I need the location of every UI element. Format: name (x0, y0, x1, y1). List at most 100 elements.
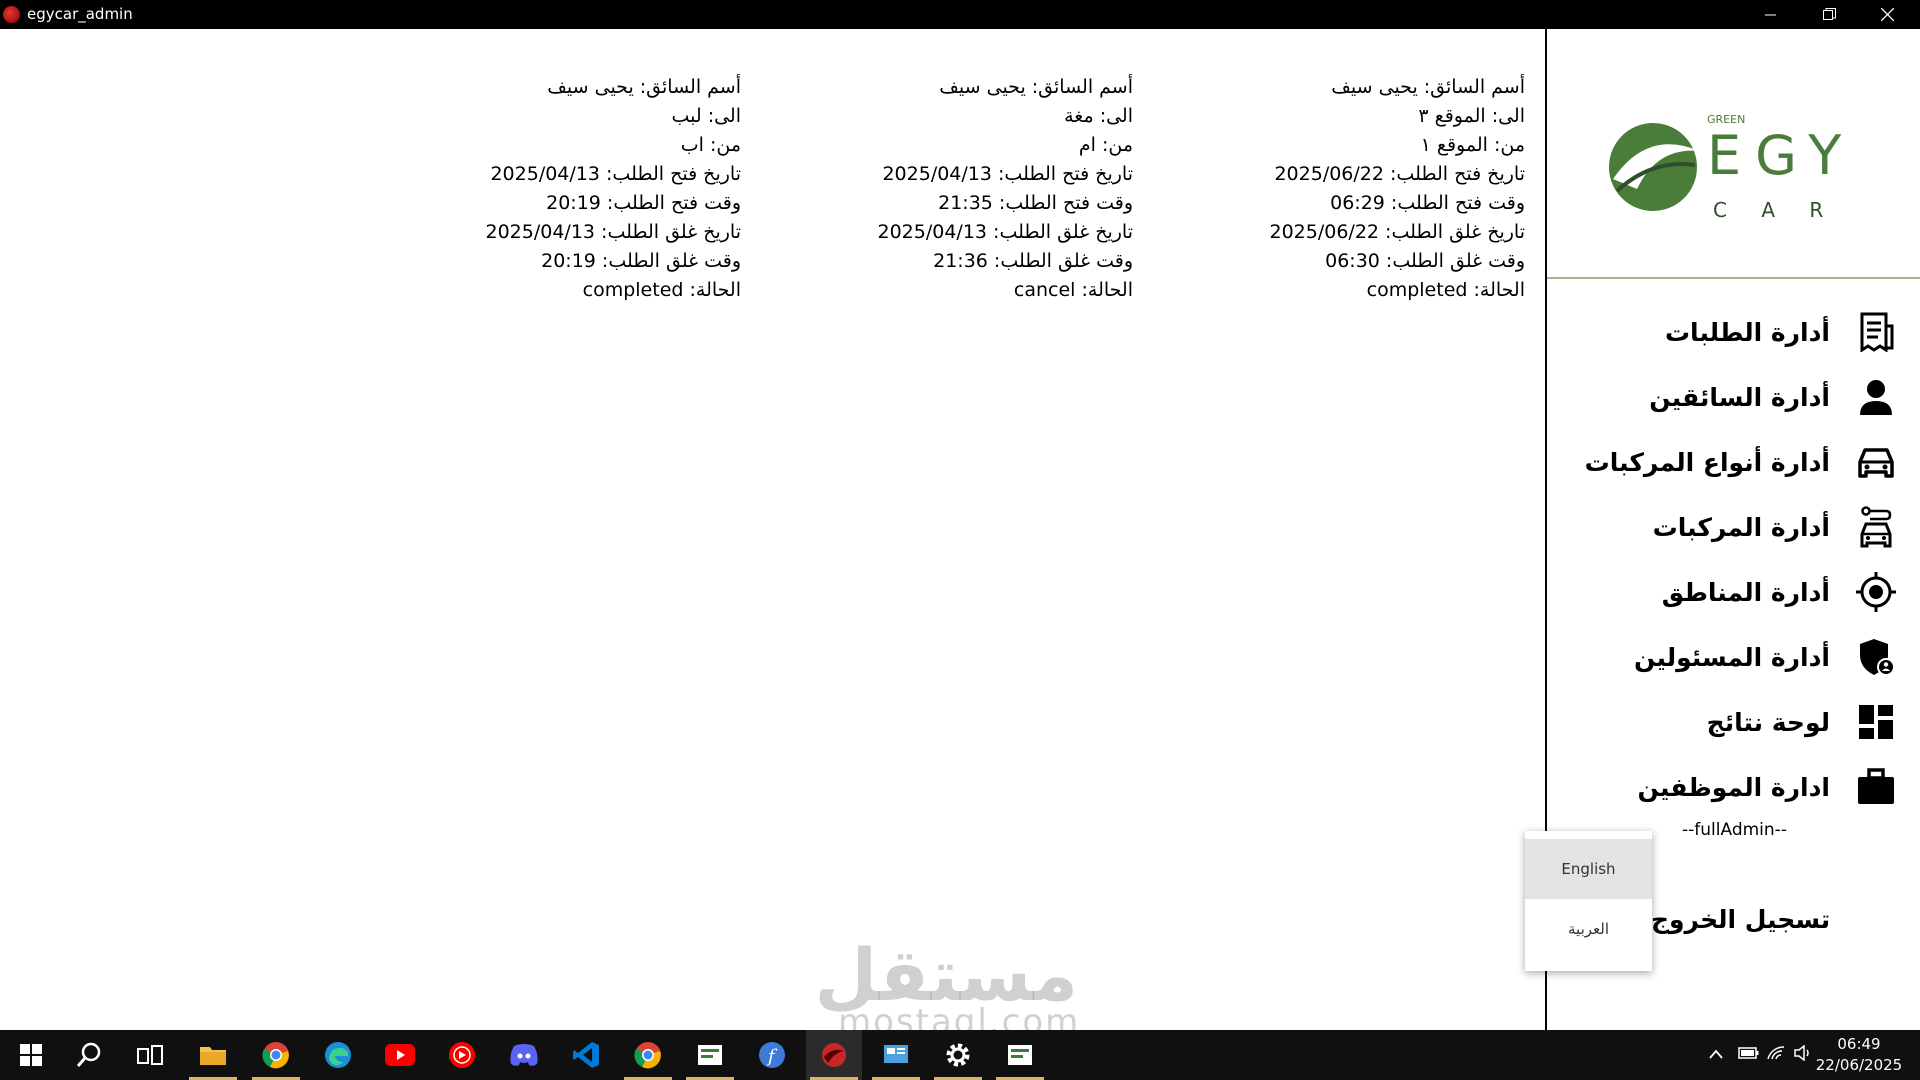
chrome-button[interactable] (248, 1030, 304, 1080)
chrome-profile-button[interactable] (620, 1030, 676, 1080)
battery-indicator[interactable] (1738, 1045, 1760, 1064)
car-icon (1854, 440, 1898, 484)
order-status: الحالة: completed (582, 279, 741, 301)
nav-drivers[interactable]: أدارة السائقين (1649, 372, 1898, 422)
order-close-time: وقت غلق الطلب: 06:30 (1325, 250, 1525, 272)
egycar-app-button[interactable] (806, 1030, 862, 1080)
task-view-icon (137, 1045, 163, 1065)
app-button-2[interactable] (992, 1030, 1048, 1080)
minimize-button[interactable] (1742, 0, 1800, 29)
order-close-time: وقت غلق الطلب: 21:36 (933, 250, 1133, 272)
order-status: الحالة: cancel (1013, 279, 1133, 301)
app-icon (698, 1045, 722, 1065)
briefcase-icon (1854, 765, 1898, 809)
egycar-app-icon (822, 1043, 846, 1067)
nav-orders[interactable]: أدارة الطلبات (1665, 307, 1898, 357)
discord-button[interactable] (496, 1030, 552, 1080)
system-clock[interactable]: 06:49 22/06/2025 (1814, 1034, 1904, 1076)
app-logo-icon (3, 6, 20, 23)
discord-icon (510, 1044, 538, 1066)
order-close-time: وقت غلق الطلب: 20:19 (541, 250, 741, 272)
youtube-music-button[interactable] (434, 1030, 490, 1080)
file-explorer-icon (200, 1047, 226, 1065)
window-title: egycar_admin (27, 5, 133, 23)
close-button[interactable] (1858, 0, 1916, 29)
orders-content: أسم السائق: يحيى سيف الى: الموقع ٣ من: ا… (0, 29, 1545, 1030)
nav-admins[interactable]: أدارة المسئولين (1634, 632, 1898, 682)
vscode-button[interactable] (558, 1030, 614, 1080)
app-button[interactable] (682, 1030, 738, 1080)
order-open-time: وقت فتح الطلب: 06:29 (1330, 192, 1525, 214)
nav-dashboard[interactable]: لوحة نتائج (1707, 697, 1898, 747)
youtube-icon (385, 1044, 415, 1066)
control-panel-icon (884, 1045, 908, 1063)
vscode-icon (573, 1042, 599, 1068)
order-open-date: تاريخ فتح الطلب: 2025/04/13 (882, 163, 1133, 185)
nav-label: أدارة المركبات (1652, 512, 1830, 542)
search-button[interactable] (61, 1030, 117, 1080)
windows-start-icon (20, 1044, 42, 1066)
nav-label: ادارة الموظفين (1637, 772, 1830, 802)
location-target-icon (1854, 570, 1898, 614)
order-driver: أسم السائق: يحيى سيف (1331, 76, 1525, 98)
receipt-icon (1854, 310, 1898, 354)
volume-icon (1794, 1044, 1809, 1062)
clock-date: 22/06/2025 (1815, 1056, 1903, 1074)
admin-shield-icon (1854, 635, 1898, 679)
order-card[interactable]: أسم السائق: يحيى سيف الى: الموقع ٣ من: ا… (1125, 73, 1525, 305)
settings-icon (946, 1043, 970, 1067)
order-open-time: وقت فتح الطلب: 21:35 (938, 192, 1133, 214)
order-open-time: وقت فتح الطلب: 20:19 (546, 192, 741, 214)
control-panel-button[interactable] (868, 1030, 924, 1080)
divider (1547, 277, 1920, 279)
volume-indicator[interactable] (1794, 1044, 1814, 1065)
taskbar: f 06:49 22/06/2025 (0, 1030, 1920, 1080)
logo-main-text: EGY (1707, 124, 1855, 187)
language-option-english[interactable]: English (1525, 839, 1652, 899)
order-close-date: تاريخ غلق الطلب: 2025/04/13 (877, 221, 1133, 243)
flutter-button[interactable]: f (744, 1030, 800, 1080)
order-driver: أسم السائق: يحيى سيف (547, 76, 741, 98)
car-route-icon (1854, 505, 1898, 549)
nav-zones[interactable]: أدارة المناطق (1662, 567, 1898, 617)
order-status: الحالة: completed (1366, 279, 1525, 301)
edge-icon (325, 1042, 351, 1068)
tray-overflow-button[interactable] (1708, 1045, 1724, 1064)
order-card[interactable]: أسم السائق: يحيى سيف الى: لبب من: اب تار… (341, 73, 741, 305)
order-card[interactable]: أسم السائق: يحيى سيف الى: مغة من: ام تار… (733, 73, 1133, 305)
logout-button[interactable]: تسجيل الخروج (1651, 905, 1830, 934)
settings-button[interactable] (930, 1030, 986, 1080)
restore-button[interactable] (1800, 0, 1858, 29)
order-close-date: تاريخ غلق الطلب: 2025/04/13 (485, 221, 741, 243)
nav-vehicles[interactable]: أدارة المركبات (1653, 502, 1898, 552)
order-driver: أسم السائق: يحيى سيف (939, 76, 1133, 98)
nav-vehicle-types[interactable]: أدارة أنواع المركبات (1585, 437, 1898, 487)
flutter-icon: f (759, 1042, 785, 1068)
task-view-button[interactable] (122, 1030, 178, 1080)
windows-start-button[interactable] (3, 1030, 59, 1080)
file-explorer-button[interactable] (185, 1030, 241, 1080)
youtube-music-icon (449, 1042, 475, 1068)
dashboard-icon (1854, 700, 1898, 744)
nav-label: أدارة الطلبات (1664, 317, 1830, 347)
chevron-up-icon (1709, 1049, 1723, 1059)
youtube-button[interactable] (372, 1030, 428, 1080)
language-option-arabic[interactable]: العربية (1525, 899, 1652, 959)
order-to: الى: الموقع ٣ (1418, 105, 1525, 127)
restore-icon (1822, 8, 1836, 20)
order-from: من: الموقع ١ (1420, 134, 1525, 156)
nav-employees[interactable]: ادارة الموظفين (1638, 762, 1898, 812)
clock-time: 06:49 (1837, 1035, 1881, 1053)
wifi-indicator[interactable] (1766, 1045, 1786, 1065)
order-open-date: تاريخ فتح الطلب: 2025/04/13 (490, 163, 741, 185)
nav-label: أدارة أنواع المركبات (1584, 447, 1830, 477)
search-icon (76, 1042, 101, 1067)
edge-button[interactable] (310, 1030, 366, 1080)
order-from: من: ام (1078, 134, 1133, 156)
order-to: الى: مغة (1064, 105, 1133, 127)
minimize-icon (1765, 14, 1776, 15)
wifi-icon (1767, 1046, 1785, 1060)
nav-label: أدارة المسئولين (1634, 642, 1830, 672)
nav-label: لوحة نتائج (1706, 707, 1830, 737)
nav-label: أدارة السائقين (1649, 382, 1830, 412)
